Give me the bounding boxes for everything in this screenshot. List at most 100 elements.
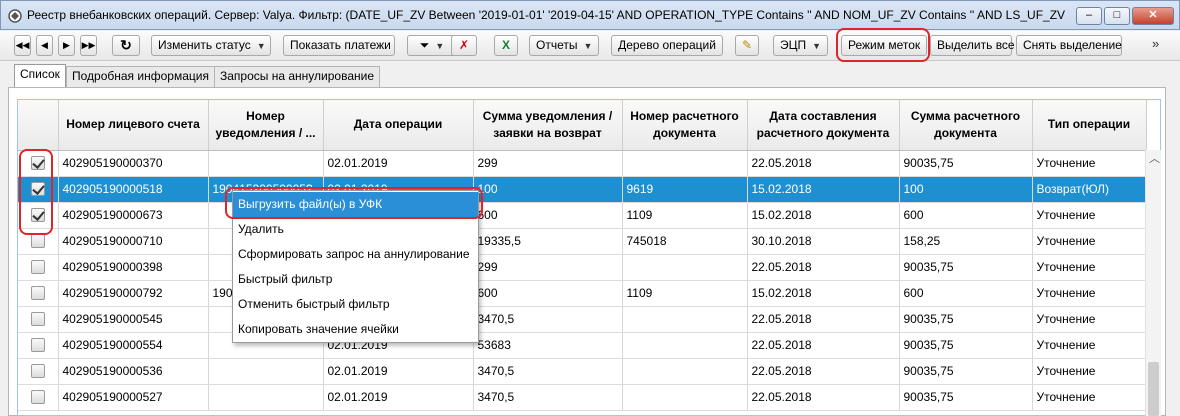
- next-record-button[interactable]: ▶: [58, 35, 75, 56]
- doc-sum-cell[interactable]: 600: [899, 280, 1033, 307]
- column-header-select[interactable]: [18, 100, 59, 151]
- date-cell[interactable]: 02.01.2019: [323, 150, 474, 177]
- doc-sum-cell[interactable]: 90035,75: [899, 150, 1033, 177]
- doc-sum-cell[interactable]: 158,25: [899, 228, 1033, 255]
- row-checkbox[interactable]: [30, 364, 45, 379]
- doc-number-cell[interactable]: [622, 332, 748, 359]
- column-header-date[interactable]: Дата операции: [323, 100, 474, 151]
- change-status-button[interactable]: Изменить статус ▼: [151, 35, 271, 56]
- doc-date-cell[interactable]: 22.05.2018: [747, 358, 900, 385]
- doc-date-cell[interactable]: 22.05.2018: [747, 306, 900, 333]
- column-header-notice[interactable]: Номер уведомления / ...: [208, 100, 324, 151]
- amount-cell[interactable]: 600: [473, 280, 623, 307]
- type-cell[interactable]: Уточнение: [1032, 384, 1147, 411]
- account-cell[interactable]: 402905190000792: [58, 280, 209, 307]
- type-cell[interactable]: Уточнение: [1032, 150, 1147, 177]
- doc-sum-cell[interactable]: 90035,75: [899, 254, 1033, 281]
- date-cell[interactable]: 02.01.2019: [323, 358, 474, 385]
- maximize-button[interactable]: □: [1104, 7, 1130, 25]
- select-all-button[interactable]: Выделить все: [930, 35, 1015, 56]
- table-row[interactable]: 402905190000398 299 22.05.2018 90035,75 Уточ…: [18, 254, 1147, 281]
- doc-number-cell[interactable]: 745018: [622, 228, 748, 255]
- ecp-button[interactable]: ЭЦП ▼: [773, 35, 828, 56]
- doc-date-cell[interactable]: 22.05.2018: [747, 384, 900, 411]
- doc-number-cell[interactable]: [622, 254, 748, 281]
- row-checkbox[interactable]: [30, 338, 45, 353]
- account-cell[interactable]: 402905190000518: [58, 176, 209, 203]
- doc-number-cell[interactable]: 1109: [622, 280, 748, 307]
- doc-number-cell[interactable]: 9619: [622, 176, 748, 203]
- account-cell[interactable]: 402905190000370: [58, 150, 209, 177]
- amount-cell[interactable]: 19335,5: [473, 228, 623, 255]
- operation-tree-button[interactable]: Дерево операций: [611, 35, 723, 56]
- show-payments-button[interactable]: Показать платежи: [283, 35, 395, 56]
- doc-date-cell[interactable]: 30.10.2018: [747, 228, 900, 255]
- amount-cell[interactable]: 100: [473, 176, 623, 203]
- toolbar-overflow-icon[interactable]: »: [1152, 36, 1159, 51]
- vertical-scrollbar[interactable]: ︿: [1145, 150, 1161, 416]
- doc-number-cell[interactable]: [622, 384, 748, 411]
- column-header-doc-number[interactable]: Номер расчетного документа: [622, 100, 748, 151]
- column-header-doc-sum[interactable]: Сумма расчетного документа: [899, 100, 1033, 151]
- doc-sum-cell[interactable]: 90035,75: [899, 384, 1033, 411]
- account-cell[interactable]: 402905190000554: [58, 332, 209, 359]
- doc-sum-cell[interactable]: 90035,75: [899, 332, 1033, 359]
- row-checkbox[interactable]: [30, 312, 45, 327]
- menu-item-cancel-request[interactable]: Сформировать запрос на аннулирование: [233, 242, 478, 267]
- column-header-amount[interactable]: Сумма уведомления / заявки на возврат: [473, 100, 623, 151]
- column-header-doc-date[interactable]: Дата составления расчетного документа: [747, 100, 900, 151]
- scrollbar-thumb[interactable]: [1148, 362, 1159, 416]
- menu-item-delete[interactable]: Удалить: [233, 217, 478, 242]
- table-row[interactable]: 402905190000792 190 600 1109 15.02.2018 600 Ут…: [18, 280, 1147, 307]
- account-cell[interactable]: 402905190000527: [58, 384, 209, 411]
- scroll-up-icon[interactable]: ︿: [1149, 150, 1160, 166]
- doc-date-cell[interactable]: 15.02.2018: [747, 280, 900, 307]
- amount-cell[interactable]: 53683: [473, 332, 623, 359]
- table-row[interactable]: 402905190000370 02.01.2019 299 22.05.2018 90…: [18, 150, 1147, 177]
- table-row[interactable]: 402905190000545 3470,5 22.05.2018 90035,75 У…: [18, 306, 1147, 333]
- clear-filter-icon[interactable]: ✗: [451, 35, 477, 56]
- table-row[interactable]: 402905190000710 19335,5 745018 30.10.2018 15…: [18, 228, 1147, 255]
- type-cell[interactable]: Уточнение: [1032, 202, 1147, 229]
- type-cell[interactable]: Уточнение: [1032, 254, 1147, 281]
- type-cell[interactable]: Уточнение: [1032, 332, 1147, 359]
- tab-cancel-requests[interactable]: Запросы на аннулирование: [214, 66, 380, 87]
- menu-item-copy-cell[interactable]: Копировать значение ячейки: [233, 317, 478, 342]
- prev-record-button[interactable]: ◀: [36, 35, 53, 56]
- deselect-button[interactable]: Снять выделение: [1016, 35, 1122, 56]
- notice-cell[interactable]: [208, 358, 324, 385]
- amount-cell[interactable]: 600: [473, 202, 623, 229]
- type-cell[interactable]: Уточнение: [1032, 358, 1147, 385]
- table-row[interactable]: 402905190000554 02.01.2019 53683 22.05.2018…: [18, 332, 1147, 359]
- type-cell[interactable]: Возврат(ЮЛ): [1032, 176, 1147, 203]
- menu-item-quick-filter[interactable]: Быстрый фильтр: [233, 267, 478, 292]
- minimize-button[interactable]: ‒: [1076, 7, 1102, 25]
- table-row[interactable]: 402905190000536 02.01.2019 3470,5 22.05.201…: [18, 358, 1147, 385]
- doc-date-cell[interactable]: 22.05.2018: [747, 150, 900, 177]
- amount-cell[interactable]: 3470,5: [473, 358, 623, 385]
- amount-cell[interactable]: 3470,5: [473, 384, 623, 411]
- doc-date-cell[interactable]: 15.02.2018: [747, 202, 900, 229]
- excel-export-icon[interactable]: X: [494, 35, 518, 56]
- sign-icon[interactable]: ✎: [735, 35, 759, 56]
- filter-button[interactable]: ⏷ ▼: [407, 35, 457, 56]
- doc-date-cell[interactable]: 22.05.2018: [747, 332, 900, 359]
- doc-number-cell[interactable]: [622, 358, 748, 385]
- doc-date-cell[interactable]: 15.02.2018: [747, 176, 900, 203]
- menu-item-cancel-quick-filter[interactable]: Отменить быстрый фильтр: [233, 292, 478, 317]
- account-cell[interactable]: 402905190000536: [58, 358, 209, 385]
- notice-cell[interactable]: [208, 384, 324, 411]
- type-cell[interactable]: Уточнение: [1032, 306, 1147, 333]
- amount-cell[interactable]: 299: [473, 150, 623, 177]
- account-cell[interactable]: 402905190000710: [58, 228, 209, 255]
- amount-cell[interactable]: 299: [473, 254, 623, 281]
- first-record-button[interactable]: ◀◀: [14, 35, 31, 56]
- table-row[interactable]: 402905190000673 600 1109 15.02.2018 600 Уточн…: [18, 202, 1147, 229]
- doc-sum-cell[interactable]: 600: [899, 202, 1033, 229]
- tab-details[interactable]: Подробная информация: [66, 66, 215, 87]
- refresh-icon[interactable]: ↻: [112, 35, 140, 56]
- table-row[interactable]: 402905190000527 02.01.2019 3470,5 22.05.201…: [18, 384, 1147, 411]
- tab-list[interactable]: Список: [14, 64, 66, 87]
- doc-number-cell[interactable]: [622, 150, 748, 177]
- account-cell[interactable]: 402905190000398: [58, 254, 209, 281]
